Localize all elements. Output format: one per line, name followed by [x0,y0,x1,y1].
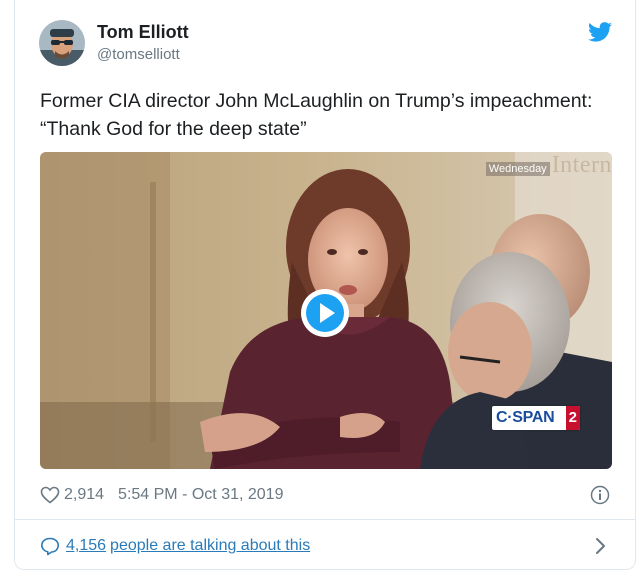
info-icon[interactable] [590,485,610,505]
talking-count[interactable]: 4,156 [66,537,106,555]
twitter-bird-icon[interactable] [588,22,612,42]
venue-banner: Wednesday Intern [485,152,612,182]
network-logo: C·SPAN 2 [492,406,580,430]
tweet-text-line: “Thank God for the deep state” [40,118,307,140]
speech-bubble-icon [41,537,59,556]
tweet-text: Former CIA director John McLaughlin on T… [40,87,620,143]
heart-icon[interactable] [40,486,60,504]
tweet-meta: 2,914 5:54 PM - Oct 31, 2019 [40,484,283,506]
banner-day-label: Wednesday [485,162,550,176]
avatar-image [39,20,85,66]
tweet-text-line: Former CIA director John McLaughlin on T… [40,90,593,112]
like-count[interactable]: 2,914 [64,486,104,504]
author-name[interactable]: Tom Elliott [97,22,189,43]
talking-text[interactable]: people are talking about this [110,537,310,555]
network-logo-text: C·SPAN [496,409,555,426]
talking-about-link[interactable]: 4,156 people are talking about this [40,535,310,557]
network-logo-number: 2 [565,406,580,430]
author-avatar[interactable] [39,20,85,66]
footer-divider [15,519,635,520]
chevron-right-icon[interactable] [594,536,608,556]
play-icon[interactable] [300,288,350,338]
author-handle[interactable]: @tomselliott [97,46,180,63]
video-player[interactable]: Wednesday Intern C·SPAN 2 [40,152,612,469]
tweet-timestamp[interactable]: 5:54 PM - Oct 31, 2019 [118,486,283,504]
banner-word: Intern [551,152,612,178]
